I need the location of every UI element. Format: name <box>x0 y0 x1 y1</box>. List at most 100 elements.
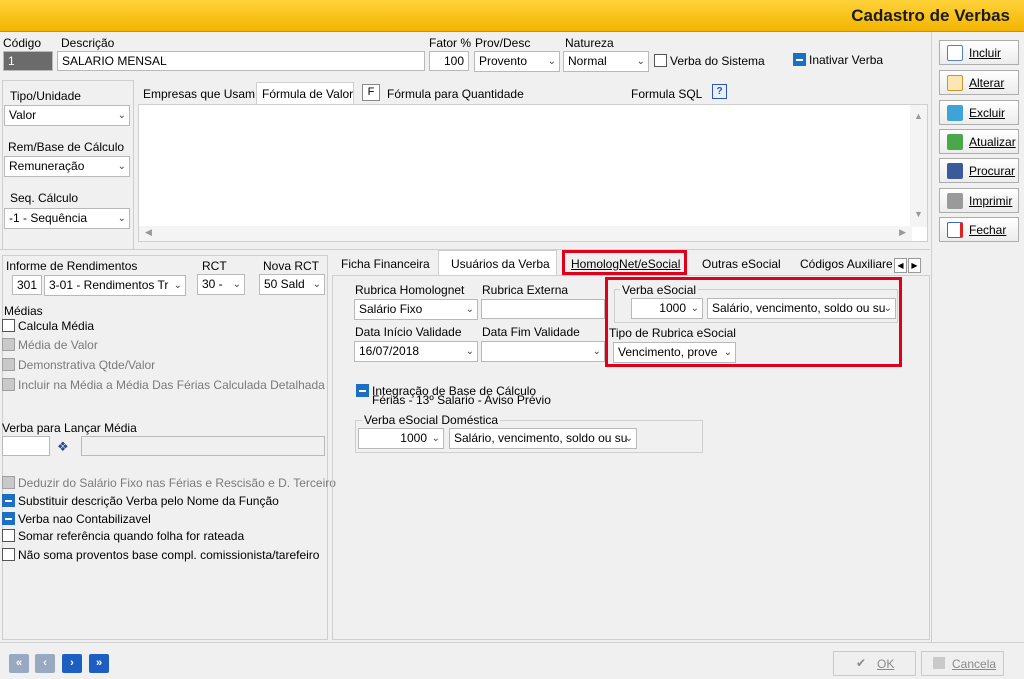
vertical-scrollbar[interactable]: ▲ ▼ <box>910 105 927 227</box>
tipo-rubrica-select[interactable]: Vencimento, prove ⌄ <box>613 342 736 363</box>
tab-codigos-auxiliares[interactable]: Códigos Auxiliares <box>800 257 892 271</box>
tab-formula-sql[interactable]: Formula SQL <box>631 87 702 101</box>
tab-homolognet-esocial[interactable]: HomologNet/eSocial <box>562 250 687 275</box>
prev-record-icon[interactable]: ‹ <box>35 654 55 673</box>
descricao-field[interactable]: SALARIO MENSAL <box>57 51 425 71</box>
rct-select[interactable]: 30 - ⌄ <box>197 274 245 295</box>
imprimir-button[interactable]: Imprimir <box>939 188 1019 213</box>
tab-outras-esocial[interactable]: Outras eSocial <box>702 257 781 271</box>
data-fim-label: Data Fim Validade <box>482 325 580 339</box>
rem-base-select[interactable]: Remuneração ⌄ <box>4 156 130 177</box>
chevron-down-icon: ⌄ <box>592 346 601 357</box>
ok-label: OK <box>877 657 895 671</box>
checkbox-box[interactable] <box>2 548 15 562</box>
checkbox-box[interactable] <box>2 476 15 490</box>
incluir-button[interactable]: Incluir <box>939 40 1019 65</box>
cancela-button[interactable]: Cancela <box>921 651 1004 676</box>
substituir-checkbox[interactable]: Substituir descrição Verba pelo Nome da … <box>2 493 279 508</box>
tab-formula-valor[interactable]: Fórmula de Valor <box>256 82 354 104</box>
chevron-down-icon: ⌄ <box>547 56 556 67</box>
codigo-field[interactable]: 1 <box>3 51 53 71</box>
inativar-verba-checkbox[interactable]: Inativar Verba <box>793 52 883 67</box>
deduzir-checkbox[interactable]: Deduzir do Salário Fixo nas Férias e Res… <box>2 475 336 490</box>
scroll-left-icon[interactable]: ◀ <box>145 227 152 238</box>
natureza-label: Natureza <box>565 36 614 50</box>
nova-rct-value: 50 Sald <box>264 277 305 291</box>
chevron-down-icon: ⌄ <box>117 213 126 224</box>
checkbox-box[interactable] <box>2 319 15 333</box>
fechar-button[interactable]: Fechar <box>939 217 1019 242</box>
nao-contab-checkbox[interactable]: Verba nao Contabilizavel <box>2 511 151 526</box>
somar-ref-checkbox[interactable]: Somar referência quando folha for ratead… <box>2 528 244 543</box>
seq-calculo-label: Seq. Cálculo <box>10 191 79 205</box>
chevron-down-icon: ⌄ <box>624 433 633 444</box>
verba-esocial-label: Verba eSocial <box>620 283 699 297</box>
alterar-button[interactable]: Alterar <box>939 70 1019 95</box>
tab-ficha-financeira[interactable]: Ficha Financeira <box>341 257 430 271</box>
informe-select[interactable]: 3-01 - Rendimentos Tr ⌄ <box>44 275 186 296</box>
informe-code-field[interactable]: 301 <box>12 275 42 295</box>
close-door-icon <box>947 222 963 238</box>
tab-scroll-right-icon[interactable]: ▶ <box>908 258 921 273</box>
demonstrativa-text: Demonstrativa Qtde/Valor <box>18 357 156 372</box>
verba-esocial-code-select[interactable]: 1000 ⌄ <box>631 298 703 319</box>
nova-rct-select[interactable]: 50 Sald ⌄ <box>259 274 325 295</box>
checkbox-box[interactable] <box>2 378 15 392</box>
provdesc-select[interactable]: Provento ⌄ <box>474 51 560 72</box>
checkbox-box[interactable] <box>2 358 15 372</box>
formula-textarea[interactable]: ▲ ▼ ◀ ▶ <box>138 104 928 242</box>
verba-esocial-select[interactable]: Salário, vencimento, soldo ou su ⌄ <box>707 298 896 319</box>
checkbox-box[interactable] <box>2 338 15 352</box>
help-icon[interactable]: ? <box>712 84 727 99</box>
nao-soma-checkbox[interactable]: Não soma proventos base compl. comission… <box>2 547 319 562</box>
binoculars-icon[interactable]: ❖ <box>57 439 69 455</box>
verba-sistema-checkbox[interactable]: Verba do Sistema <box>654 53 765 68</box>
domestica-select[interactable]: Salário, vencimento, soldo ou su ⌄ <box>449 428 637 449</box>
scroll-up-icon[interactable]: ▲ <box>914 111 923 121</box>
checkbox-box[interactable] <box>654 54 667 68</box>
data-fim-select[interactable]: ⌄ <box>481 341 605 362</box>
tab-formula-quantidade[interactable]: Fórmula para Quantidade <box>387 87 524 101</box>
calcula-media-checkbox[interactable]: Calcula Média <box>2 318 94 333</box>
nova-rct-label: Nova RCT <box>263 259 320 273</box>
domestica-code-select[interactable]: 1000 ⌄ <box>358 428 444 449</box>
scroll-right-icon[interactable]: ▶ <box>899 227 906 238</box>
checkbox-box[interactable] <box>356 384 369 398</box>
demonstrativa-checkbox[interactable]: Demonstrativa Qtde/Valor <box>2 357 155 372</box>
verba-lancar-field[interactable] <box>2 436 50 456</box>
first-record-icon[interactable]: « <box>9 654 29 673</box>
scroll-down-icon[interactable]: ▼ <box>914 209 923 219</box>
checkbox-box[interactable] <box>2 494 15 508</box>
tab-usuarios-verba[interactable]: Usuários da Verba <box>438 250 557 275</box>
incluir-media-checkbox[interactable]: Incluir na Média a Média Das Férias Calc… <box>2 377 325 392</box>
excluir-button[interactable]: Excluir <box>939 100 1019 125</box>
media-valor-checkbox[interactable]: Média de Valor <box>2 337 98 352</box>
checkbox-box[interactable] <box>793 53 806 67</box>
atualizar-button[interactable]: Atualizar <box>939 129 1019 154</box>
checkbox-box[interactable] <box>2 529 15 543</box>
fator-field[interactable]: 100 <box>429 51 469 71</box>
procurar-button[interactable]: Procurar <box>939 158 1019 183</box>
informe-value: 3-01 - Rendimentos Tr <box>49 278 169 292</box>
chevron-down-icon: ⌄ <box>690 303 699 314</box>
natureza-value: Normal <box>568 54 607 68</box>
f-button[interactable]: F <box>362 84 380 101</box>
tab-scroll-left-icon[interactable]: ◀ <box>894 258 907 273</box>
tipo-unidade-value: Valor <box>9 108 37 122</box>
rubrica-homolog-select[interactable]: Salário Fixo ⌄ <box>354 299 478 320</box>
last-record-icon[interactable]: » <box>89 654 109 673</box>
ok-button[interactable]: ✔ OK <box>833 651 916 676</box>
next-record-icon[interactable]: › <box>62 654 82 673</box>
data-inicio-select[interactable]: 16/07/2018 ⌄ <box>354 341 478 362</box>
seq-calculo-select[interactable]: -1 - Sequência ⌄ <box>4 208 130 229</box>
substituir-text: Substituir descrição Verba pelo Nome da … <box>18 493 279 508</box>
natureza-select[interactable]: Normal ⌄ <box>563 51 649 72</box>
rubrica-externa-field[interactable] <box>481 299 605 319</box>
horizontal-scrollbar[interactable]: ◀ ▶ <box>139 226 912 241</box>
checkbox-box[interactable] <box>2 512 15 526</box>
tab-empresas[interactable]: Empresas que Usam <box>143 87 255 101</box>
tipo-unidade-select[interactable]: Valor ⌄ <box>4 105 130 126</box>
verba-lancar-desc-field <box>81 436 325 456</box>
chevron-down-icon: ⌄ <box>636 56 645 67</box>
nao-soma-text: Não soma proventos base compl. comission… <box>18 547 320 562</box>
